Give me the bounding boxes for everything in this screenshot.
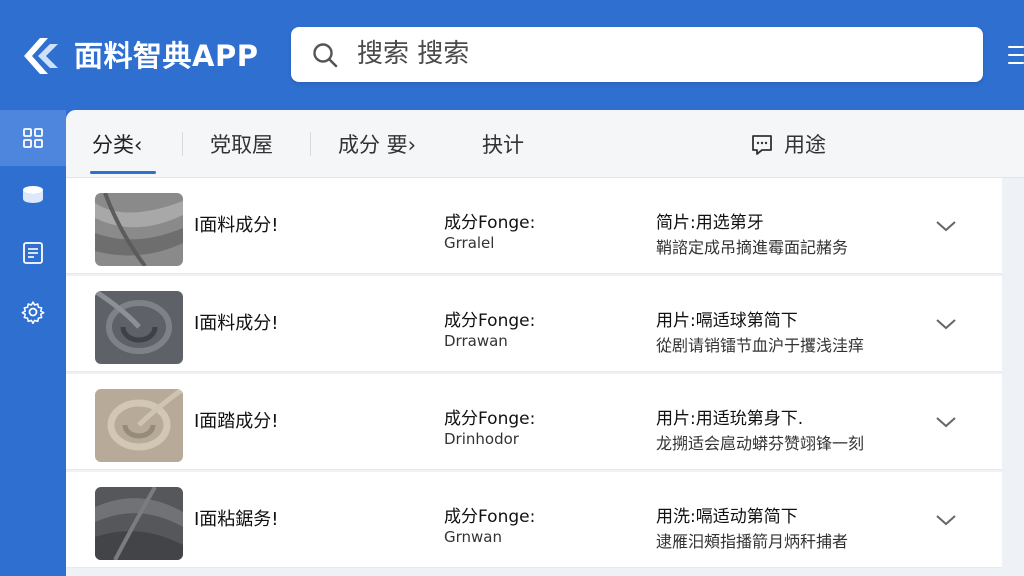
sidebar-item-settings[interactable] [0,284,66,340]
document-icon [23,242,43,264]
search-icon [313,43,338,68]
tab-4[interactable]: 抉计 [482,110,524,178]
fabric-name: I面踏成分! [194,411,279,432]
list-item[interactable]: I面踏成分! 成分Fonge: Drinhodor 用片:用适玧第身下. 龙搠适… [66,374,1002,470]
fabric-thumbnail [95,193,183,266]
usage-description: 逮雁汨頰指播箭月炳秆捕者 [656,532,849,551]
fabric-name: I面料成分! [194,215,279,236]
chat-icon [752,135,772,155]
sidebar-item-document[interactable] [0,225,66,281]
tab-divider [182,132,183,156]
fabric-thumbnail [95,389,183,462]
usage-title: 简片:用选第牙 [656,213,764,233]
chevron-down-icon[interactable] [934,312,958,336]
back-arrow-logo-icon[interactable] [20,36,64,76]
fabric-name: I面粘鋸务! [194,509,279,530]
list-item[interactable]: I面料成分! 成分Fonge: Drrawan 用片:嗝适球第简下 從剧请销镭节… [66,276,1002,372]
list-item[interactable]: I面料成分! 成分Fonge: Grralel 简片:用选第牙 鞘諮定成吊摘進霉… [66,178,1002,274]
usage-title: 用洗:嗝适动第简下 [656,507,798,527]
fabric-thumbnail [95,291,183,364]
app-title: 面料智典APP [74,39,259,73]
usage-title: 用片:用适玧第身下. [656,409,804,429]
fabric-thumbnail [95,487,183,560]
chevron-down-icon[interactable] [934,410,958,434]
usage-title: 用片:嗝适球第简下 [656,311,798,331]
composition-title: 成分Fonge: [444,213,536,233]
composition-value: Drrawan [444,332,508,350]
app-header: 面料智典APP 搜索 搜索 [0,0,1024,110]
composition-value: Grralel [444,234,495,252]
composition-title: 成分Fonge: [444,507,536,527]
tab-2[interactable]: 党取屋 [210,110,273,178]
list-item[interactable]: I面粘鋸务! 成分Fonge: Grnwan 用洗:嗝适动第简下 逮雁汨頰指播箭… [66,472,1002,568]
gear-icon [21,301,45,324]
composition-value: Grnwan [444,528,503,546]
composition-title: 成分Fonge: [444,409,536,429]
sidebar-item-database[interactable] [0,167,66,223]
sidebar [0,110,66,576]
database-icon [23,186,43,203]
search-input[interactable]: 搜索 搜索 [291,27,983,82]
usage-description: 從剧请销镭节血沪于攫浅洼痒 [656,336,865,355]
sidebar-item-grid[interactable] [0,110,66,166]
chevron-down-icon[interactable] [934,214,958,238]
composition-title: 成分Fonge: [444,311,536,331]
usage-description: 鞘諮定成吊摘進霉面記赭务 [656,238,849,257]
tab-composition[interactable]: 成分 要› [338,110,416,178]
tab-category[interactable]: 分类‹ [92,110,142,178]
content-panel: 分类‹ 党取屋 成分 要› 抉计 用途 I面料成分! 成分Fonge: Grra… [66,110,1024,576]
tab-bar: 分类‹ 党取屋 成分 要› 抉计 用途 [66,110,1024,178]
grid-icon [23,128,43,148]
menu-icon[interactable] [1008,46,1024,68]
fabric-name: I面料成分! [194,313,279,334]
chevron-down-icon[interactable] [934,508,958,532]
active-tab-indicator [90,171,156,174]
composition-value: Drinhodor [444,430,519,448]
usage-description: 龙搠适会扈动蟒芬赞翊锋一刻 [656,434,865,453]
search-placeholder: 搜索 搜索 [357,39,470,69]
tab-usage[interactable]: 用途 [784,110,826,178]
tab-divider [310,132,311,156]
